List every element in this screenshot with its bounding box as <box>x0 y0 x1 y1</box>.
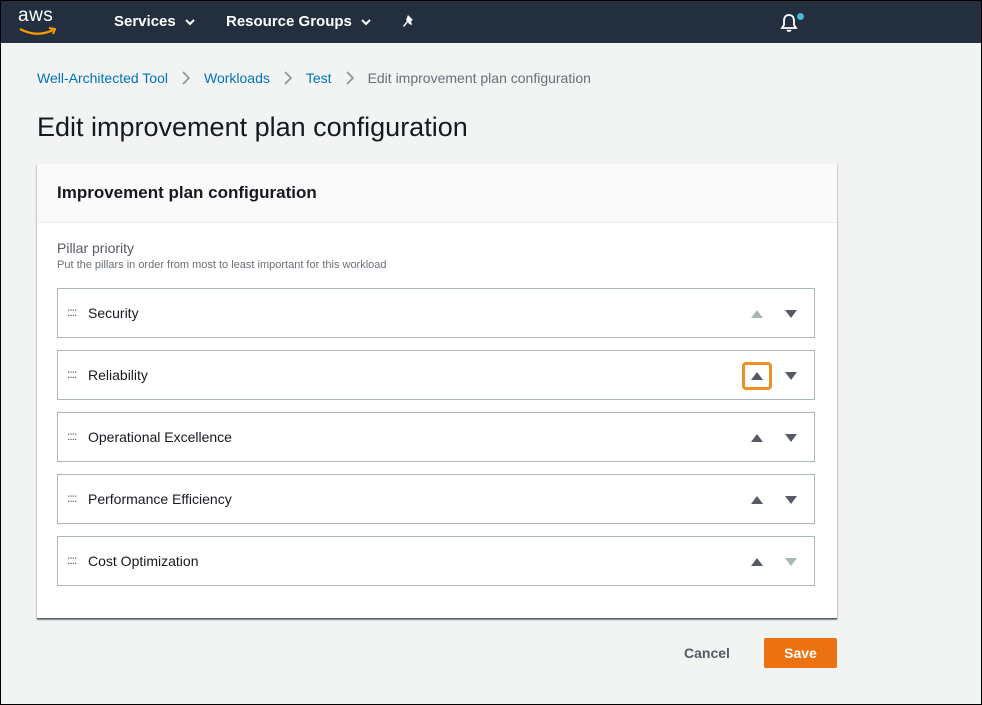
breadcrumb-test[interactable]: Test <box>306 70 332 86</box>
services-menu[interactable]: Services <box>114 13 195 30</box>
move-down-button[interactable] <box>778 302 804 326</box>
arrow-up-icon <box>751 496 763 504</box>
pillar-row-operational-excellence[interactable]: :::: Operational Excellence <box>57 412 815 462</box>
page-title: Edit improvement plan configuration <box>37 112 468 142</box>
pillar-priority-description: Put the pillars in order from most to le… <box>57 259 387 271</box>
panel-divider <box>37 618 837 619</box>
pillar-row-security[interactable]: :::: Security <box>57 288 815 338</box>
arrow-down-icon <box>785 310 797 318</box>
aws-logo[interactable]: aws <box>18 5 60 36</box>
arrow-down-icon <box>785 496 797 504</box>
pillar-label: Security <box>88 305 139 321</box>
chevron-right-icon <box>182 71 191 85</box>
pillar-label: Operational Excellence <box>88 429 232 445</box>
drag-handle-icon[interactable]: :::: <box>67 553 77 567</box>
services-label: Services <box>114 13 176 30</box>
resource-groups-label: Resource Groups <box>226 13 352 30</box>
move-up-button[interactable] <box>744 488 770 512</box>
chevron-down-icon <box>361 18 371 25</box>
move-up-button[interactable] <box>744 550 770 574</box>
move-down-button <box>778 550 804 574</box>
drag-handle-icon[interactable]: :::: <box>67 491 77 505</box>
arrow-up-icon <box>751 558 763 566</box>
arrow-down-icon <box>785 558 797 566</box>
pillar-row-reliability[interactable]: :::: Reliability <box>57 350 815 400</box>
breadcrumb: Well-Architected Tool Workloads Test Edi… <box>37 70 591 86</box>
save-button[interactable]: Save <box>764 638 837 668</box>
pillar-row-cost-optimization[interactable]: :::: Cost Optimization <box>57 536 815 586</box>
chevron-right-icon <box>284 71 293 85</box>
drag-handle-icon[interactable]: :::: <box>67 429 77 443</box>
arrow-down-icon <box>785 434 797 442</box>
chevron-down-icon <box>185 18 195 25</box>
pin-icon[interactable] <box>402 14 418 30</box>
pillar-label: Performance Efficiency <box>88 491 232 507</box>
breadcrumb-current: Edit improvement plan configuration <box>367 70 591 86</box>
resource-groups-menu[interactable]: Resource Groups <box>226 13 371 30</box>
chevron-right-icon <box>345 71 354 85</box>
panel-title: Improvement plan configuration <box>57 183 317 202</box>
arrow-up-icon <box>751 434 763 442</box>
pillar-priority-label: Pillar priority <box>57 240 135 256</box>
drag-handle-icon[interactable]: :::: <box>67 305 77 319</box>
bell-icon[interactable] <box>779 13 799 33</box>
panel-header: Improvement plan configuration <box>37 164 837 223</box>
move-down-button[interactable] <box>778 426 804 450</box>
pillar-label: Reliability <box>88 367 148 383</box>
move-up-button[interactable] <box>742 362 772 390</box>
arrow-down-icon <box>785 372 797 380</box>
pillar-label: Cost Optimization <box>88 553 199 569</box>
drag-handle-icon[interactable]: :::: <box>67 367 77 381</box>
breadcrumb-workloads[interactable]: Workloads <box>204 70 270 86</box>
arrow-up-icon <box>751 310 763 318</box>
move-down-button[interactable] <box>778 488 804 512</box>
breadcrumb-well-architected-tool[interactable]: Well-Architected Tool <box>37 70 168 86</box>
save-button-label: Save <box>784 645 817 661</box>
notification-dot <box>797 13 804 20</box>
top-navigation-bar: aws Services Resource Groups <box>0 0 982 43</box>
move-up-button <box>744 302 770 326</box>
move-down-button[interactable] <box>778 364 804 388</box>
arrow-up-icon <box>751 372 763 380</box>
pillar-row-performance-efficiency[interactable]: :::: Performance Efficiency <box>57 474 815 524</box>
cancel-button[interactable]: Cancel <box>684 645 730 661</box>
move-up-button[interactable] <box>744 426 770 450</box>
improvement-plan-panel: Improvement plan configuration Pillar pr… <box>37 164 837 619</box>
aws-smile-icon <box>19 27 57 35</box>
